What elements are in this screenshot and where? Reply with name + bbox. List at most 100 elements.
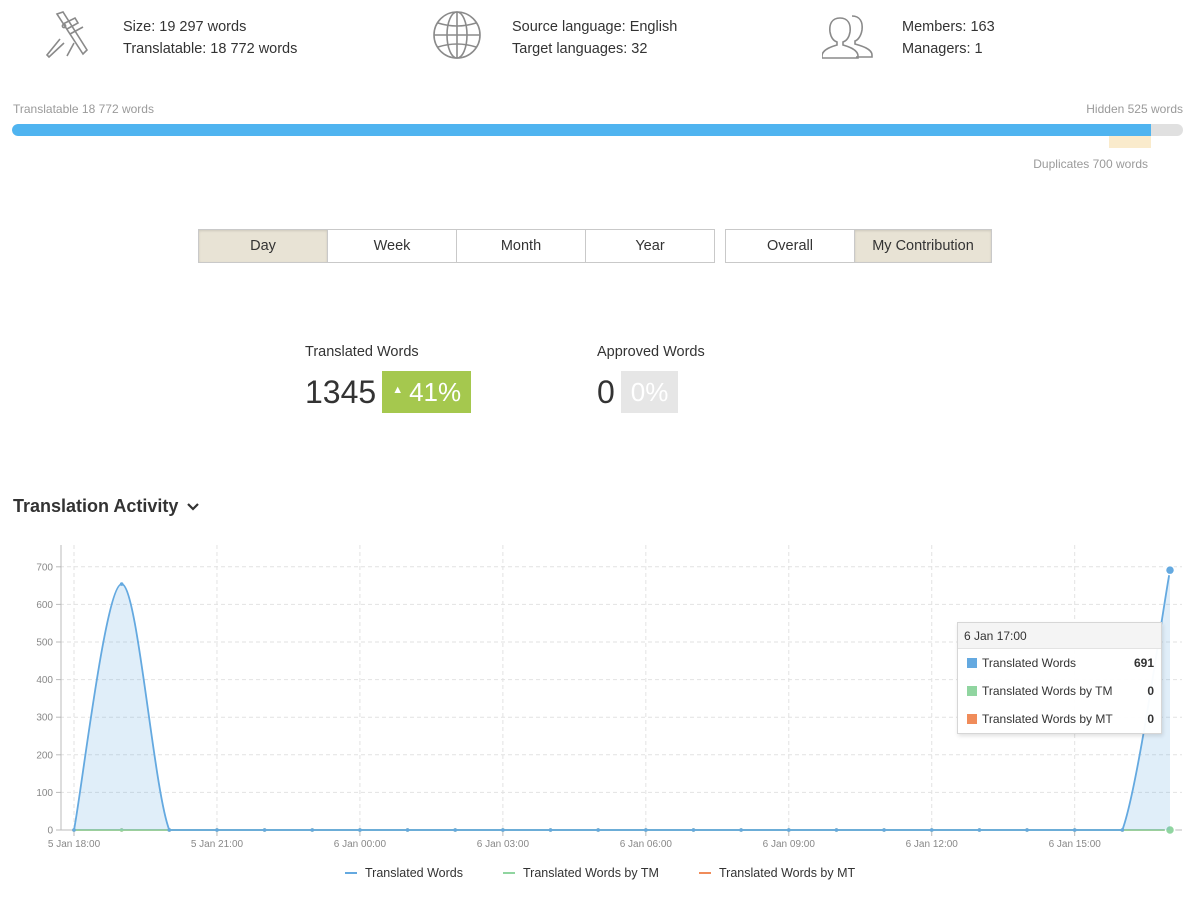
y-tick-label: 100 xyxy=(36,788,53,799)
legend-swatch xyxy=(503,872,515,874)
data-point xyxy=(834,828,839,832)
tooltip-swatch xyxy=(967,714,977,724)
data-point xyxy=(929,828,934,832)
tooltip-swatch xyxy=(967,658,977,668)
data-point xyxy=(977,828,982,832)
target-languages-text: Target languages: 32 xyxy=(512,41,648,57)
progress-track xyxy=(12,124,1183,136)
chart-tooltip: 6 Jan 17:00 Translated Words 691 Transla… xyxy=(957,622,1162,734)
y-tick-label: 600 xyxy=(36,600,53,611)
legend-item-translated-words-mt[interactable]: Translated Words by MT xyxy=(699,866,855,880)
tooltip-row-label: Translated Words by TM xyxy=(982,684,1113,698)
globe-icon xyxy=(433,11,481,59)
y-tick-label: 500 xyxy=(36,638,53,649)
translation-activity-title: Translation Activity xyxy=(13,496,179,516)
approved-words-value: 0 xyxy=(597,373,615,410)
tooltip-row: Translated Words by TM 0 xyxy=(958,677,1161,705)
data-point xyxy=(1025,828,1029,832)
data-point xyxy=(310,828,315,832)
tooltip-row-value: 0 xyxy=(1147,684,1154,698)
legend-label: Translated Words by TM xyxy=(523,866,659,880)
x-tick-label: 6 Jan 12:00 xyxy=(906,839,959,850)
legend-label: Translated Words xyxy=(365,866,463,880)
translated-words-value: 1345 xyxy=(305,373,377,410)
tab-overall[interactable]: Overall xyxy=(726,230,855,262)
legend-swatch xyxy=(345,872,357,874)
scope-tabs: Overall My Contribution xyxy=(725,229,992,263)
tooltip-row-value: 691 xyxy=(1133,656,1154,670)
progress-fill xyxy=(12,124,1152,136)
tooltip-row: Translated Words 691 xyxy=(958,649,1161,677)
x-tick-label: 6 Jan 15:00 xyxy=(1049,839,1102,850)
data-point xyxy=(72,828,76,832)
x-tick-label: 6 Jan 09:00 xyxy=(763,839,816,850)
translatable-text: Translatable: 18 772 words xyxy=(123,41,298,57)
tooltip-row-value: 0 xyxy=(1147,712,1154,726)
chevron-down-icon xyxy=(187,502,200,511)
users-icon xyxy=(822,15,873,59)
members-text: Members: 163 xyxy=(902,19,995,35)
x-tick-label: 6 Jan 03:00 xyxy=(477,839,530,850)
data-point xyxy=(215,828,219,832)
x-tick-label: 5 Jan 18:00 xyxy=(48,839,101,850)
tab-day[interactable]: Day xyxy=(199,230,328,262)
data-point xyxy=(1120,828,1125,832)
tab-my-contribution[interactable]: My Contribution xyxy=(855,230,991,262)
translated-change-value: 41% xyxy=(409,376,462,407)
tab-year[interactable]: Year xyxy=(586,230,714,262)
tooltip-swatch xyxy=(967,686,977,696)
translatable-label: Translatable 18 772 words xyxy=(13,102,154,116)
data-point xyxy=(119,582,124,586)
data-point xyxy=(786,828,791,832)
tooltip-row: Translated Words by MT 0 xyxy=(958,705,1161,733)
approved-words-label: Approved Words xyxy=(597,344,705,360)
translated-words-label: Translated Words xyxy=(305,344,419,360)
data-point xyxy=(596,828,600,832)
translated-change-badge: ▲ 41% xyxy=(382,371,472,413)
approved-change-value: 0% xyxy=(630,376,669,407)
tooltip-row-label: Translated Words by MT xyxy=(982,712,1113,726)
period-tabs: Day Week Month Year xyxy=(198,229,715,263)
y-tick-label: 700 xyxy=(36,562,53,573)
duplicates-bar xyxy=(1109,136,1152,148)
y-tick-label: 0 xyxy=(47,826,53,837)
duplicates-label: Duplicates 700 words xyxy=(1033,157,1148,171)
translated-words-metric: Translated Words 1345 ▲ 41% xyxy=(305,344,472,413)
data-point xyxy=(501,828,505,832)
data-point xyxy=(548,828,553,832)
word-progress: Translatable 18 772 words Hidden 525 wor… xyxy=(12,100,1183,180)
arrow-up-icon: ▲ xyxy=(392,384,404,396)
data-point xyxy=(739,828,743,832)
project-stats: Size: 19 297 words Translatable: 18 772 … xyxy=(0,10,1196,70)
data-point xyxy=(1164,564,1176,576)
approved-words-metric: Approved Words 0 0% xyxy=(597,344,705,413)
hidden-label: Hidden 525 words xyxy=(1086,102,1183,116)
tooltip-row-label: Translated Words xyxy=(982,656,1077,670)
tooltip-title: 6 Jan 17:00 xyxy=(958,623,1161,649)
data-point xyxy=(405,828,410,832)
tab-month[interactable]: Month xyxy=(457,230,586,262)
data-point xyxy=(453,828,458,832)
data-point xyxy=(262,828,267,832)
size-text: Size: 19 297 words xyxy=(123,19,247,35)
y-tick-label: 200 xyxy=(36,750,53,761)
data-point xyxy=(358,828,362,832)
translation-activity-dropdown[interactable]: Translation Activity xyxy=(13,496,200,517)
source-language-text: Source language: English xyxy=(512,19,678,35)
legend-item-translated-words[interactable]: Translated Words xyxy=(345,866,463,880)
data-point xyxy=(167,828,172,832)
legend-item-translated-words-tm[interactable]: Translated Words by TM xyxy=(503,866,659,880)
calipers-icon xyxy=(45,11,89,59)
legend-label: Translated Words by MT xyxy=(719,866,856,880)
chart-legend: Translated Words Translated Words by TM … xyxy=(0,866,1196,888)
data-point xyxy=(691,828,696,832)
y-tick-label: 400 xyxy=(36,675,53,686)
tab-week[interactable]: Week xyxy=(328,230,457,262)
data-point xyxy=(1072,828,1077,832)
legend-swatch xyxy=(699,872,711,874)
approved-change-badge: 0% xyxy=(620,371,679,413)
data-point xyxy=(882,828,886,832)
x-tick-label: 6 Jan 00:00 xyxy=(334,839,387,850)
x-tick-label: 6 Jan 06:00 xyxy=(620,839,673,850)
data-point xyxy=(644,828,648,832)
